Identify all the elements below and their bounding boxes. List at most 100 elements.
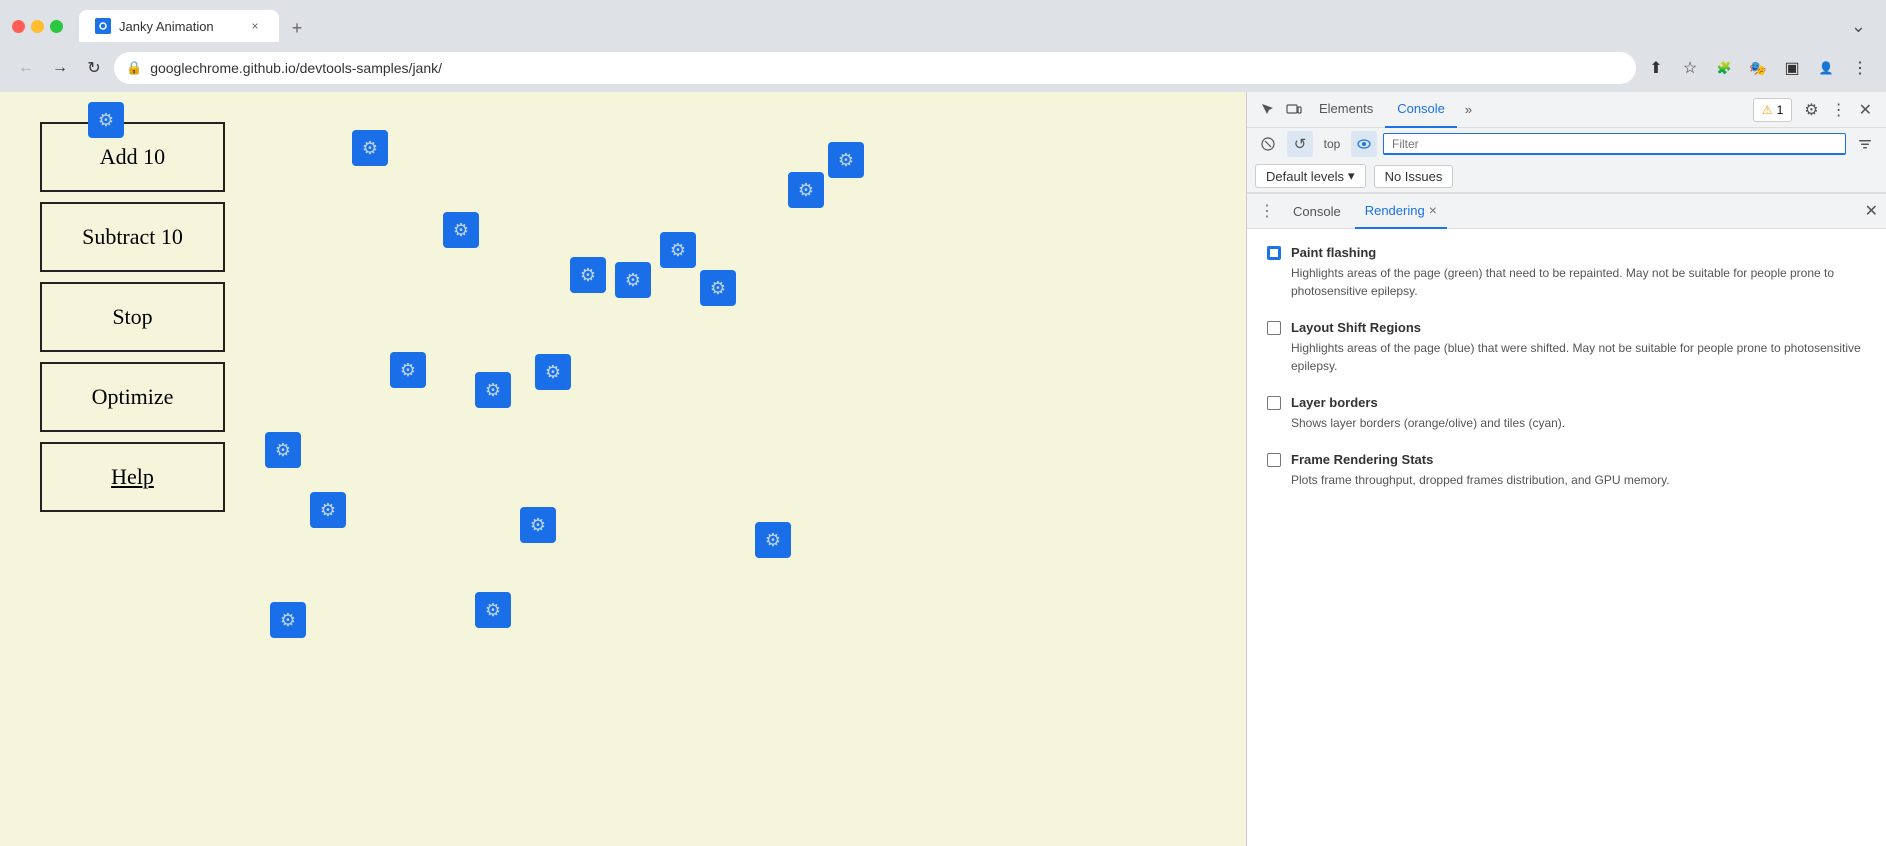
help-button[interactable]: Help (40, 442, 225, 512)
sidebar-icon (1784, 58, 1799, 78)
checkbox-frame-rendering[interactable] (1267, 453, 1281, 467)
lock-icon: 🔒 (126, 60, 142, 76)
render-option-text-layout-shift: Layout Shift RegionsHighlights areas of … (1291, 320, 1866, 375)
devtools-tabs-row: Elements Console » ⚠ 1 ⚙ ⋮ (1247, 92, 1886, 128)
devtools-more-options[interactable]: ⋮ (1825, 100, 1853, 120)
panel-drag-handle[interactable]: ⋮ (1255, 201, 1279, 221)
blue-square-8 (700, 270, 736, 306)
devtools-warning-badge[interactable]: ⚠ 1 (1753, 98, 1792, 122)
rendering-options: Paint flashing Highlights areas of the pa… (1247, 229, 1886, 846)
devtools-toolbar2: ↺ top (1247, 128, 1886, 160)
cast-icon: 🎭 (1749, 60, 1766, 77)
devtools-tab-console[interactable]: Console (1385, 92, 1457, 128)
profile-icon (1819, 59, 1834, 77)
render-option-layout-shift: Layout Shift RegionsHighlights areas of … (1267, 320, 1866, 375)
devtools-settings-button[interactable]: ⚙ (1798, 100, 1824, 120)
levels-arrow: ▾ (1348, 168, 1355, 184)
share-button[interactable] (1642, 54, 1670, 82)
blue-square-0 (88, 102, 124, 138)
blue-square-6 (570, 257, 606, 293)
rendering-panel-header: ⋮ Console Rendering × ✕ (1247, 193, 1886, 229)
checkbox-paint-flashing[interactable] (1267, 246, 1281, 260)
filter-input[interactable] (1383, 133, 1846, 155)
checkbox-layer-borders[interactable] (1267, 396, 1281, 410)
tab-title: Janky Animation (119, 19, 239, 34)
render-option-desc-frame-rendering: Plots frame throughput, dropped frames d… (1291, 471, 1670, 489)
profile-button[interactable] (1812, 54, 1840, 82)
title-bar: Janky Animation × + ⌄ (0, 0, 1886, 44)
webpage: Add 10 Subtract 10 Stop Optimize Help (0, 92, 1246, 846)
top-dropdown[interactable]: top (1319, 131, 1345, 157)
sidebar-button[interactable] (1778, 54, 1806, 82)
devtools-more-tabs[interactable]: » (1457, 102, 1480, 117)
checkbox-layout-shift[interactable] (1267, 321, 1281, 335)
tab-favicon (95, 18, 111, 34)
eye-icon-button[interactable] (1351, 131, 1377, 157)
render-option-title-frame-rendering: Frame Rendering Stats (1291, 452, 1670, 467)
render-option-desc-layer-borders: Shows layer borders (orange/olive) and t… (1291, 414, 1565, 432)
rendering-tab-close[interactable]: × (1429, 202, 1437, 218)
address-bar[interactable]: 🔒 googlechrome.github.io/devtools-sample… (114, 52, 1636, 84)
bookmark-button[interactable] (1676, 54, 1704, 82)
nav-bar: 🔒 googlechrome.github.io/devtools-sample… (0, 44, 1886, 92)
tab-close-button[interactable]: × (247, 18, 263, 34)
blue-square-11 (475, 372, 511, 408)
traffic-light-red[interactable] (12, 20, 25, 33)
render-option-layer-borders: Layer borders Shows layer borders (orange… (1267, 395, 1866, 432)
render-option-text-frame-rendering: Frame Rendering Stats Plots frame through… (1291, 452, 1670, 489)
devtools-header: Elements Console » ⚠ 1 ⚙ ⋮ (1247, 92, 1886, 193)
devtools-close-button[interactable]: ✕ (1853, 100, 1878, 120)
render-option-header-paint-flashing: Paint flashing Highlights areas of the pa… (1267, 245, 1866, 300)
levels-label: Default levels (1266, 169, 1344, 184)
clear-console-button[interactable] (1255, 131, 1281, 157)
devtools-tab-elements[interactable]: Elements (1307, 92, 1385, 128)
browser-chrome: Janky Animation × + ⌄ 🔒 googlechrome.git… (0, 0, 1886, 846)
devtools-levels-row: Default levels ▾ No Issues (1247, 160, 1886, 192)
render-option-title-paint-flashing: Paint flashing (1291, 245, 1866, 260)
render-option-text-layer-borders: Layer borders Shows layer borders (orange… (1291, 395, 1565, 432)
refresh-button[interactable] (80, 54, 108, 82)
star-icon (1683, 58, 1697, 78)
render-option-desc-paint-flashing: Highlights areas of the page (green) tha… (1291, 264, 1866, 300)
add-10-button[interactable]: Add 10 (40, 122, 225, 192)
render-option-desc-layout-shift: Highlights areas of the page (blue) that… (1291, 339, 1866, 375)
stop-button[interactable]: Stop (40, 282, 225, 352)
optimize-button[interactable]: Optimize (40, 362, 225, 432)
filter-options-button[interactable] (1852, 131, 1878, 157)
forward-button[interactable] (46, 54, 74, 82)
window-chevron-down[interactable]: ⌄ (1843, 16, 1874, 37)
reload-button[interactable]: ↺ (1287, 131, 1313, 157)
rendering-panel-tab[interactable]: Rendering × (1355, 193, 1447, 229)
blue-square-4 (443, 212, 479, 248)
new-tab-button[interactable]: + (283, 14, 311, 42)
blue-square-14 (755, 522, 791, 558)
traffic-light-green[interactable] (50, 20, 63, 33)
menu-button[interactable] (1846, 54, 1874, 82)
blue-square-12 (265, 432, 301, 468)
blue-square-10 (390, 352, 426, 388)
address-text: googlechrome.github.io/devtools-samples/… (150, 60, 1624, 76)
blue-square-13 (310, 492, 346, 528)
blue-square-17 (270, 602, 306, 638)
subtract-10-button[interactable]: Subtract 10 (40, 202, 225, 272)
active-tab[interactable]: Janky Animation × (79, 10, 279, 42)
blue-square-9 (535, 354, 571, 390)
settings-icon: ⚙ (1804, 102, 1818, 119)
inspector-icon[interactable] (1255, 97, 1281, 123)
tab-bar: Janky Animation × + (79, 10, 311, 42)
cast-button[interactable]: 🎭 (1744, 54, 1772, 82)
console-panel-tab[interactable]: Console (1283, 193, 1351, 229)
default-levels-button[interactable]: Default levels ▾ (1255, 164, 1366, 188)
rendering-panel-close[interactable]: ✕ (1865, 201, 1878, 221)
traffic-light-yellow[interactable] (31, 20, 44, 33)
device-toggle-icon[interactable] (1281, 97, 1307, 123)
render-option-title-layer-borders: Layer borders (1291, 395, 1565, 410)
extensions-icon (1717, 59, 1732, 77)
blue-square-3 (788, 172, 824, 208)
no-issues-button[interactable]: No Issues (1374, 165, 1454, 188)
forward-icon (52, 59, 68, 77)
back-button[interactable] (12, 54, 40, 82)
extensions-button[interactable] (1710, 54, 1738, 82)
share-icon (1649, 58, 1662, 78)
warning-count: 1 (1777, 103, 1784, 117)
